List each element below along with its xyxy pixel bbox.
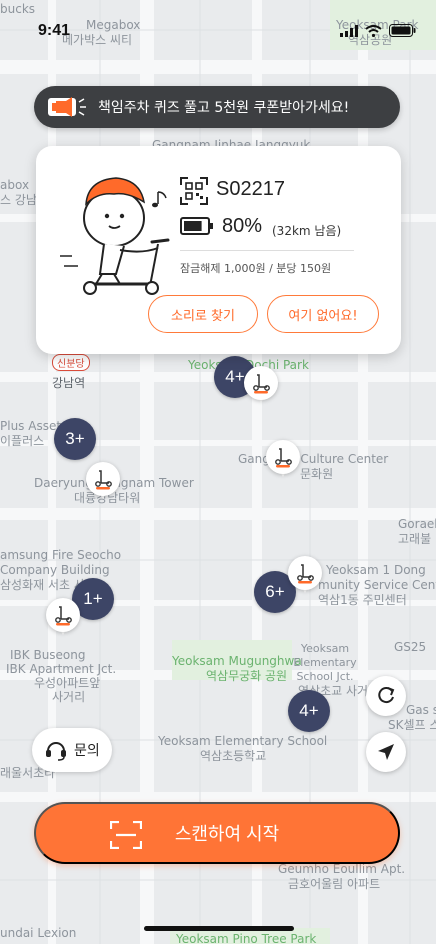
scooter-cluster[interactable]: 4+ [288, 690, 330, 732]
station-badge: 신분당 [52, 354, 90, 371]
map-label: undai Lexion [0, 926, 77, 940]
not-here-button[interactable]: 여기 없어요! [267, 295, 379, 333]
scooter-pin[interactable] [46, 598, 80, 638]
scooter-pin[interactable] [86, 462, 120, 502]
scooter-id: S02217 [216, 178, 285, 200]
map-label: Gas s [406, 703, 436, 717]
mascot-scooter-illustration [60, 177, 170, 295]
scooter-info-card: S02217 80% (32km 남음) 잠금해제 1,000원 / 분당 15… [36, 146, 401, 354]
map-label: IBK Buseong [10, 648, 86, 662]
map-label: Gangnam Culture Center [238, 452, 389, 466]
battery-percent: 80% [222, 215, 263, 237]
remaining-range: (32km 남음) [272, 224, 342, 238]
battery-icon [180, 217, 213, 235]
map-label: Geumho Eoullim Apt. [278, 862, 406, 876]
map-label: 금호어울림 아파트 [288, 877, 381, 891]
map-label: 역삼무궁화 공원 [206, 669, 288, 683]
map-label: Yeoksam Elementary School Jct. [293, 642, 357, 683]
find-by-sound-button[interactable]: 소리로 찾기 [148, 295, 258, 333]
map-label: amsung Fire Seocho [0, 548, 122, 562]
map-label: 스 강남 [0, 193, 37, 207]
scan-start-button[interactable]: 스캔하여 시작 [34, 802, 400, 864]
refresh-button[interactable] [366, 676, 406, 716]
map-label: Yeoksam Pino Tree Park [176, 932, 317, 944]
map-label: Plus Asset [0, 419, 62, 433]
scooter-icon [275, 448, 292, 468]
scooter-cluster[interactable]: 3+ [54, 418, 96, 460]
inquiry-button[interactable]: 문의 [32, 728, 112, 772]
map-label: Company Building [0, 563, 110, 577]
map-label: IBK Apartment Jct. [6, 662, 117, 676]
map-label: 우성아파트앞 [34, 676, 101, 690]
map-label: Yeoksam Elementary School [158, 734, 328, 748]
map-label: Goraeb [398, 517, 436, 531]
megaphone-icon [46, 92, 90, 122]
scan-label: 스캔하여 시작 [174, 824, 280, 844]
navigation-arrow-icon [378, 744, 394, 760]
map-label: 사거리 [52, 690, 86, 704]
refresh-icon [378, 687, 395, 704]
scooter-icon [253, 374, 270, 394]
my-location-button[interactable] [366, 732, 406, 772]
scooter-icon [55, 606, 72, 626]
map-label: Yeoksam Mugunghwa [172, 654, 302, 668]
inquiry-label: 문의 [74, 743, 100, 759]
map-label: abox [0, 178, 30, 192]
fee-info: 잠금해제 1,000원 / 분당 150원 [180, 262, 332, 275]
map-label: SK셀프 스 [388, 718, 436, 732]
cellular-signal-icon [340, 24, 358, 37]
map-label: 역삼초등학교 [200, 749, 267, 763]
headset-icon [46, 742, 66, 761]
map-label: 문화원 [300, 467, 334, 481]
scooter-icon [297, 564, 314, 584]
banner-text: 책임주차 퀴즈 풀고 5천원 쿠폰받아가세요! [98, 100, 350, 116]
wifi-icon [365, 24, 382, 37]
promo-banner[interactable]: 책임주차 퀴즈 풀고 5천원 쿠폰받아가세요! [34, 86, 400, 128]
map-label: 역삼1동 주민센터 [318, 593, 407, 607]
status-icons [340, 24, 416, 37]
map-label: GS25 [394, 640, 427, 654]
scooter-icon [95, 470, 112, 490]
status-time: 9:41 [38, 22, 71, 39]
scooter-pin[interactable] [244, 366, 278, 406]
qr-code-icon [180, 177, 208, 205]
scooter-pin[interactable] [288, 556, 322, 596]
map-label: Yeoksam 1 Dong [326, 563, 426, 577]
map-label: 이플러스 [0, 434, 45, 448]
status-bar: 9:41 [0, 0, 436, 52]
card-divider [180, 250, 354, 251]
map-label: 고래불 [398, 532, 432, 546]
scooter-pin[interactable] [266, 440, 300, 480]
map-label: munity Service Center [318, 578, 436, 592]
map-label: 강남역 [52, 376, 86, 390]
battery-status-icon [389, 24, 416, 37]
home-indicator [144, 926, 294, 931]
scan-icon [110, 821, 142, 849]
